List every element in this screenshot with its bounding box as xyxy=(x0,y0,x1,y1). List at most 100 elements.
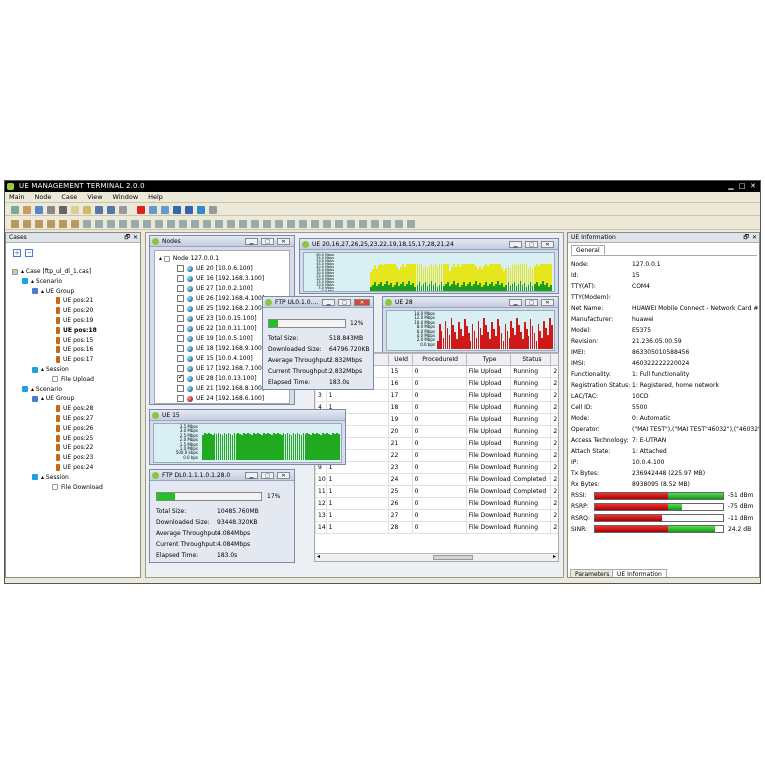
menu-case[interactable]: Case xyxy=(57,192,81,203)
node-ue-item[interactable]: UE 17 [192.168.7.100] xyxy=(177,364,264,373)
down-icon[interactable] xyxy=(185,206,193,214)
tool-8-icon[interactable] xyxy=(95,220,103,228)
tool-16-icon[interactable] xyxy=(191,220,199,228)
tool-30-icon[interactable] xyxy=(359,220,367,228)
menu-view[interactable]: View xyxy=(83,192,106,203)
collapse-all-icon[interactable]: − xyxy=(25,249,33,257)
checkbox[interactable] xyxy=(177,315,184,322)
tab-general[interactable]: General xyxy=(571,245,605,255)
table-row[interactable]: 9 1 23 0 File Download Running 2 xyxy=(315,461,558,474)
column-header[interactable]: Status xyxy=(510,353,552,366)
ue-item[interactable]: UE pos:28 xyxy=(56,404,93,413)
node-ue-item[interactable]: UE 25 [192.168.2.100] xyxy=(177,304,264,313)
node-ue-item[interactable]: UE 23 [10.0.15.100] xyxy=(177,314,257,323)
tool-17-icon[interactable] xyxy=(203,220,211,228)
ue-group-2[interactable]: ▴ UE Group xyxy=(32,394,74,403)
table-row[interactable]: 11 1 25 0 File Download Completed 2 xyxy=(315,485,558,498)
tool-12-icon[interactable] xyxy=(143,220,151,228)
delete-icon[interactable] xyxy=(137,206,145,214)
up-icon[interactable] xyxy=(173,206,181,214)
checkbox[interactable] xyxy=(177,325,184,332)
tool-34-icon[interactable] xyxy=(407,220,415,228)
ue-item[interactable]: UE pos:23 xyxy=(56,453,93,462)
checkbox[interactable] xyxy=(177,265,184,272)
session-1[interactable]: ▴ Session xyxy=(32,365,69,374)
tab-ue-information[interactable]: UE Information xyxy=(612,569,667,577)
file-download-item[interactable]: File Download xyxy=(52,483,103,492)
tool-33-icon[interactable] xyxy=(395,220,403,228)
table-row[interactable]: 61200File UploadRunning2 xyxy=(315,425,558,438)
tool-14-icon[interactable] xyxy=(167,220,175,228)
node-root[interactable]: ▴ Node 127.0.0.1 xyxy=(159,254,219,263)
checkbox[interactable] xyxy=(177,373,184,382)
save-all-icon[interactable] xyxy=(107,206,115,214)
tool-20-icon[interactable] xyxy=(239,220,247,228)
table-row[interactable]: 3 1 17 0 File Upload Running 2 xyxy=(315,389,558,402)
close-button[interactable]: ✕ xyxy=(541,241,554,248)
tool-6-icon[interactable] xyxy=(71,220,79,228)
close-button[interactable]: ✕ xyxy=(277,472,290,479)
minimize-button[interactable]: ▁ xyxy=(245,238,258,245)
image-icon[interactable] xyxy=(59,206,67,214)
node-ue-item[interactable]: UE 21 [192.168.8.100] xyxy=(177,384,264,393)
checkbox[interactable] xyxy=(177,305,184,312)
tool-19-icon[interactable] xyxy=(227,220,235,228)
tool-24-icon[interactable] xyxy=(287,220,295,228)
column-header[interactable]: UeId xyxy=(387,353,413,366)
ue-item[interactable]: UE pos:27 xyxy=(56,414,93,423)
checkbox[interactable] xyxy=(177,355,184,362)
tool-15-icon[interactable] xyxy=(179,220,187,228)
tool-10-icon[interactable] xyxy=(119,220,127,228)
menu-window[interactable]: Window xyxy=(109,192,143,203)
table-row[interactable]: 14 1 28 0 File Download Running 2 xyxy=(315,521,558,534)
close-icon[interactable]: ✕ xyxy=(748,182,758,191)
node-ue-item[interactable]: UE 26 [192.168.4.100] xyxy=(177,294,264,303)
minimize-icon[interactable]: ▁ xyxy=(726,182,736,191)
column-header[interactable]: Type xyxy=(465,353,512,366)
scroll-left-icon[interactable]: ◂ xyxy=(317,553,320,560)
save-icon[interactable] xyxy=(95,206,103,214)
scrollbar-thumb[interactable] xyxy=(433,555,473,560)
tool-11-icon[interactable] xyxy=(131,220,139,228)
tool-5-icon[interactable] xyxy=(59,220,67,228)
tool-9-icon[interactable] xyxy=(107,220,115,228)
restore-panel-icon[interactable]: 🗗 xyxy=(124,233,130,243)
table-row[interactable]: 10 1 24 0 File Download Completed 2 xyxy=(315,473,558,486)
maximize-button[interactable]: □ xyxy=(261,238,274,245)
session-2[interactable]: ▴ Session xyxy=(32,473,69,482)
node-ue-item[interactable]: UE 22 [10.0.11.100] xyxy=(177,324,257,333)
maximize-button[interactable]: □ xyxy=(261,472,274,479)
close-panel-icon[interactable]: ✕ xyxy=(752,233,757,243)
settings-icon[interactable] xyxy=(35,206,43,214)
tool-32-icon[interactable] xyxy=(383,220,391,228)
copy-icon[interactable] xyxy=(149,206,157,214)
table-row[interactable]: 51190File UploadRunning2 xyxy=(315,413,558,426)
checkbox[interactable] xyxy=(177,395,184,402)
close-button[interactable]: ✕ xyxy=(354,299,370,306)
tab-parameters[interactable]: Parameters xyxy=(570,569,615,577)
scenario-1[interactable]: ▴ Scenario xyxy=(22,277,62,286)
minimize-button[interactable]: ▁ xyxy=(509,299,522,306)
node-ue-item[interactable]: UE 16 [192.168.3.100] xyxy=(177,274,264,283)
checkbox[interactable] xyxy=(177,285,184,292)
ue-item[interactable]: UE pos:15 xyxy=(56,336,93,345)
maximize-button[interactable]: □ xyxy=(525,241,538,248)
tool-1-icon[interactable] xyxy=(11,220,19,228)
paste-icon[interactable] xyxy=(161,206,169,214)
close-button[interactable]: ✕ xyxy=(541,299,554,306)
node-ue-item[interactable]: UE 18 [192.168.9.100] xyxy=(177,344,264,353)
case-root[interactable]: ▴ Case [ftp_ul_dl_1.cas] xyxy=(12,267,91,276)
ue-item[interactable]: UE pos:24 xyxy=(56,463,93,472)
checkbox[interactable] xyxy=(177,335,184,342)
tool-18-icon[interactable] xyxy=(215,220,223,228)
ue-item[interactable]: UE pos:25 xyxy=(56,434,93,443)
table-row[interactable]: 4 1 18 0 File Upload Running 2 xyxy=(315,401,558,414)
checkbox[interactable] xyxy=(177,365,184,372)
ue-item[interactable]: UE pos:19 xyxy=(56,316,93,325)
close-doc-icon[interactable] xyxy=(119,206,127,214)
tool-21-icon[interactable] xyxy=(251,220,259,228)
restore-panel-icon[interactable]: 🗗 xyxy=(743,233,749,243)
column-header[interactable]: ProcedureId xyxy=(411,353,467,366)
table-row[interactable]: 13 1 27 0 File Download Running 2 xyxy=(315,509,558,522)
tool-7-icon[interactable] xyxy=(83,220,91,228)
